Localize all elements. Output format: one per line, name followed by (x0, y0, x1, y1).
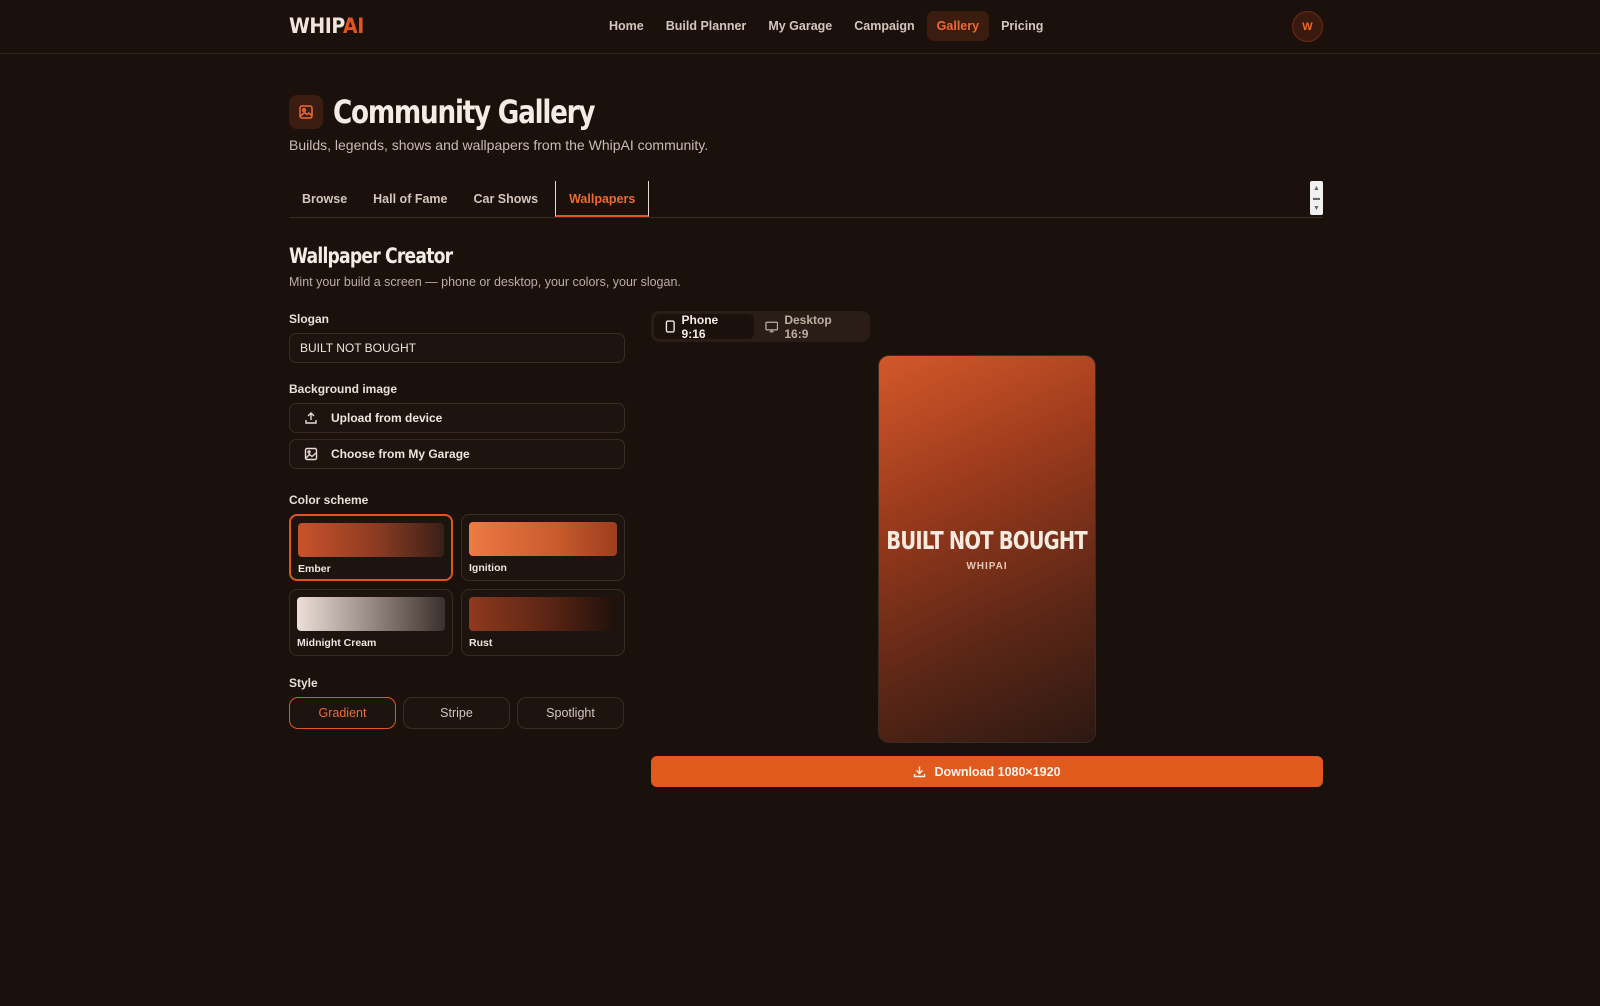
page-subtitle: Builds, legends, shows and wallpapers fr… (289, 137, 709, 153)
choose-garage-button[interactable]: Choose from My Garage (289, 439, 625, 469)
tab-scrollbar[interactable]: ▲ ▬ ▼ (1310, 181, 1323, 215)
desktop-ratio-label: Desktop 16:9 (784, 312, 832, 341)
upload-icon (305, 412, 317, 424)
top-nav-bar: WHIPAI Home Build Planner My Garage Camp… (0, 0, 1600, 54)
scroll-down-icon[interactable]: ▼ (1313, 205, 1320, 212)
color-scheme-label: Color scheme (289, 493, 369, 507)
style-gradient-button[interactable]: Gradient (289, 697, 396, 729)
creator-title: Wallpaper Creator (289, 244, 453, 268)
scroll-up-icon[interactable]: ▲ (1313, 185, 1320, 192)
upload-button[interactable]: Upload from device (289, 403, 625, 433)
page-header: Community Gallery (289, 93, 652, 131)
page-title: Community Gallery (333, 93, 596, 131)
phone-ratio-button[interactable]: Phone 9:16 (654, 312, 754, 341)
creator-controls: Slogan BUILT NOT BOUGHT Background image… (289, 312, 625, 729)
phone-icon (665, 320, 675, 333)
tab-hall-of-fame[interactable]: Hall of Fame (360, 181, 460, 217)
aspect-ratio-toggle: Phone 9:16 Desktop 16:9 (651, 311, 870, 342)
style-label: Style (289, 676, 318, 690)
nav-gallery[interactable]: Gallery (926, 11, 990, 41)
brand-logo[interactable]: WHIPAI (289, 14, 364, 38)
scheme-preview (469, 522, 617, 556)
download-label: Download 1080×1920 (934, 764, 1061, 779)
nav-campaign[interactable]: Campaign (844, 11, 924, 41)
wallpaper-preview: BUILT NOT BOUGHT WHIPAI (878, 355, 1096, 743)
style-options: Gradient Stripe Spotlight (289, 697, 625, 729)
scheme-name: Ember (298, 563, 331, 575)
nav-home[interactable]: Home (599, 11, 654, 41)
download-icon (914, 766, 926, 778)
main-nav: Home Build Planner My Garage Campaign Ga… (599, 11, 1053, 41)
color-scheme-grid: Ember Ignition Midnight Cream Rust (289, 514, 625, 656)
scheme-preview (298, 523, 444, 557)
background-label: Background image (289, 382, 398, 396)
monitor-icon (765, 321, 779, 332)
image-icon (289, 95, 323, 129)
download-button[interactable]: Download 1080×1920 (651, 756, 1323, 787)
slogan-input[interactable]: BUILT NOT BOUGHT (289, 333, 625, 363)
brand-prefix: WHIP (289, 14, 344, 38)
preview-slogan: BUILT NOT BOUGHT (886, 526, 1088, 555)
nav-pricing[interactable]: Pricing (991, 11, 1053, 41)
scroll-thumb-icon[interactable]: ▬ (1313, 195, 1320, 202)
tab-car-shows[interactable]: Car Shows (460, 181, 551, 217)
slogan-label: Slogan (289, 312, 330, 326)
scheme-preview (297, 597, 445, 631)
tab-browse[interactable]: Browse (289, 181, 360, 217)
style-stripe-button[interactable]: Stripe (403, 697, 510, 729)
style-spotlight-button[interactable]: Spotlight (517, 697, 624, 729)
scheme-midnight-cream[interactable]: Midnight Cream (289, 589, 453, 656)
scheme-name: Rust (469, 637, 493, 649)
nav-my-garage[interactable]: My Garage (758, 11, 842, 41)
scheme-name: Ignition (469, 562, 507, 574)
scheme-ignition[interactable]: Ignition (461, 514, 625, 581)
image-icon (304, 447, 318, 461)
scheme-rust[interactable]: Rust (461, 589, 625, 656)
user-avatar[interactable]: W (1292, 11, 1323, 42)
preview-brand: WHIPAI (966, 561, 1008, 572)
scheme-name: Midnight Cream (297, 637, 377, 649)
creator-subtitle: Mint your build a screen — phone or desk… (289, 275, 681, 289)
upload-label: Upload from device (331, 411, 443, 425)
tab-wallpapers[interactable]: Wallpapers (555, 181, 650, 217)
phone-ratio-label: Phone 9:16 (681, 312, 719, 341)
gallery-tabs: Browse Hall of Fame Car Shows Wallpapers… (289, 181, 1323, 218)
scheme-ember[interactable]: Ember (289, 514, 453, 581)
nav-build-planner[interactable]: Build Planner (656, 11, 757, 41)
scheme-preview (469, 597, 617, 631)
desktop-ratio-button[interactable]: Desktop 16:9 (754, 312, 867, 341)
choose-garage-label: Choose from My Garage (331, 447, 470, 461)
brand-suffix: AI (343, 14, 364, 38)
